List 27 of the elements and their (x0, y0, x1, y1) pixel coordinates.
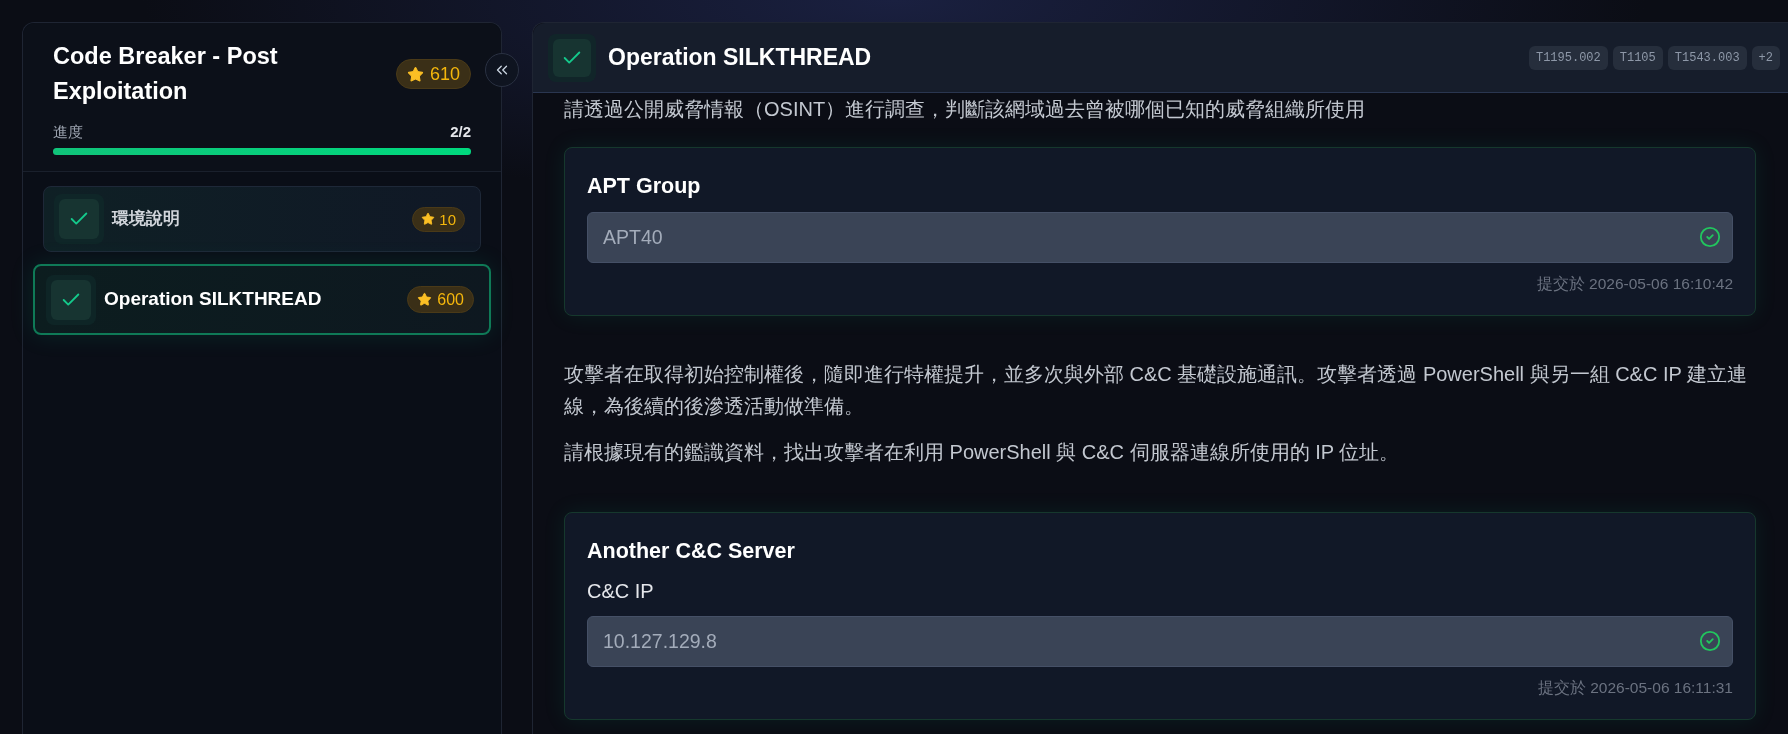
progress-count: 2/2 (450, 122, 471, 142)
star-icon (421, 212, 436, 226)
description-text: 請根據現有的鑑識資料，找出攻擊者在利用 PowerShell 與 C&C 伺服器連線所使用的 IP 位址。 (564, 440, 1401, 465)
course-title: Code Breaker - Post Exploitation (53, 42, 279, 106)
description-text: 請透過公開威脅情報（OSINT）進行調查，判斷該網域過去曾被哪個已知的威脅組織所使用 (564, 97, 1367, 122)
answer-field[interactable]: APT40 (587, 212, 1733, 263)
answer-field[interactable]: 10.127.129.8 (587, 616, 1733, 667)
challenge-title: Operation SILKTHREAD (608, 43, 872, 73)
description-text: 攻擊者在取得初始控制權後，隨即進行特權提升，並多次與外部 C&C 基礎設施通訊。攻擊者透過 PowerShell 與另一組 C&C IP 建立連線，為後續的後滲透活動做準備。 (564, 362, 1749, 419)
question-title: APT Group (587, 173, 702, 200)
technique-tag: T1195.002 (1528, 45, 1608, 70)
challenge-item[interactable]: Operation SILKTHREAD 600 (33, 264, 491, 335)
points-value: 610 (429, 65, 460, 83)
challenge-item[interactable]: 環境說明 10 (43, 186, 481, 252)
points-value: 600 (437, 291, 464, 308)
star-icon (417, 292, 433, 307)
points-value: 10 (439, 211, 456, 227)
submission-time: 提交於 2026-05-06 16:11:31 (1537, 679, 1733, 697)
star-icon (406, 65, 424, 83)
technique-tag: +2 (1751, 45, 1780, 70)
field-label: C&C IP (587, 579, 655, 604)
technique-tag: T1543.003 (1667, 45, 1747, 70)
technique-tag: T1105 (1612, 45, 1663, 70)
progress-label: 進度 (53, 122, 83, 142)
collapse-button[interactable] (485, 53, 519, 87)
question-title: Another C&C Server (587, 538, 796, 565)
submission-time: 提交於 2026-05-06 16:10:42 (1536, 275, 1733, 293)
